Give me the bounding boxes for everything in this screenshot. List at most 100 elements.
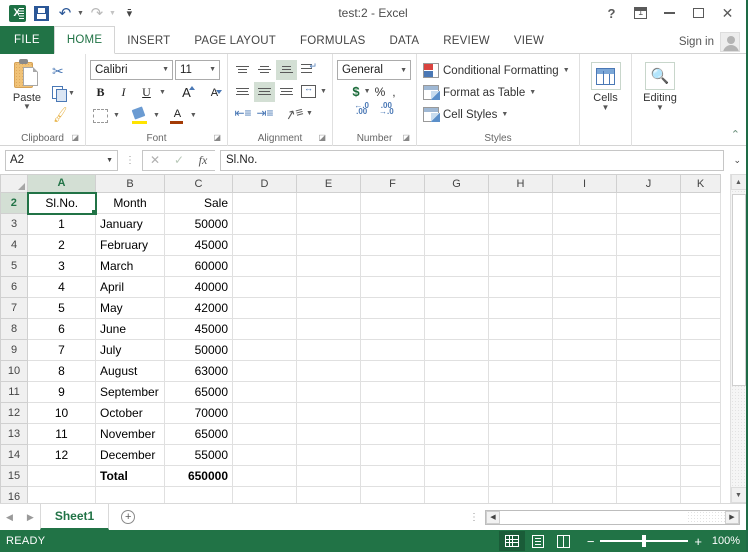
alignment-dialog-launcher-icon[interactable]: ◪ [318,131,326,145]
paste-button[interactable]: Paste ▼ [4,59,50,111]
cell-F10[interactable] [360,360,425,382]
cells-dropdown-icon[interactable]: ▼ [602,104,610,112]
cell-F9[interactable] [360,339,425,361]
cell-B4[interactable]: February [95,234,165,256]
cell-A6[interactable]: 4 [27,276,96,298]
cell-D12[interactable] [232,402,297,424]
column-header-h[interactable]: H [488,174,553,193]
cell-K9[interactable] [680,339,721,361]
cell-G12[interactable] [424,402,489,424]
cell-G13[interactable] [424,423,489,445]
next-sheet-icon[interactable]: ▶ [27,512,34,523]
cell-E4[interactable] [296,234,361,256]
horizontal-scroll-track[interactable] [687,510,725,524]
font-name-input[interactable]: Calibri ▼ [90,59,173,80]
cell-F16[interactable] [360,486,425,503]
row-header-16[interactable]: 16 [0,486,28,503]
cell-E7[interactable] [296,297,361,319]
cell-G14[interactable] [424,444,489,466]
fill-color-button[interactable] [130,106,151,126]
number-format-select[interactable]: General ▼ [337,60,411,80]
cell-K8[interactable] [680,318,721,340]
restore-icon[interactable] [684,1,713,25]
tab-page-layout[interactable]: PAGE LAYOUT [182,27,288,54]
align-middle-button[interactable] [254,60,275,80]
align-bottom-button[interactable] [276,59,297,80]
scroll-right-icon[interactable]: ▶ [725,510,739,524]
horizontal-split-handle[interactable]: ⋮ [469,512,479,523]
merge-cells-button[interactable] [298,82,319,102]
editing-dropdown-icon[interactable]: ▼ [656,104,664,112]
conditional-formatting-button[interactable]: Conditional Formatting ▼ [421,60,572,81]
cell-D11[interactable] [232,381,297,403]
cell-H6[interactable] [488,276,553,298]
cell-I10[interactable] [552,360,617,382]
cell-K4[interactable] [680,234,721,256]
cell-G9[interactable] [424,339,489,361]
row-header-13[interactable]: 13 [0,423,28,445]
worksheet-grid[interactable]: A B C D E F G H I J K 2 Sl.No. Month Sale 3 1 January 5000… [0,174,730,503]
cell-H10[interactable] [488,360,553,382]
cell-H9[interactable] [488,339,553,361]
cell-J4[interactable] [616,234,681,256]
cell-C10[interactable]: 63000 [164,360,233,382]
cell-B9[interactable]: July [95,339,165,361]
zoom-slider-knob[interactable] [642,535,647,547]
row-header-14[interactable]: 14 [0,444,28,466]
tab-insert[interactable]: INSERT [115,27,182,54]
cell-H15[interactable] [488,465,553,487]
cell-A16[interactable] [27,486,96,503]
percent-format-button[interactable]: % [372,82,389,101]
cell-H4[interactable] [488,234,553,256]
tab-review[interactable]: REVIEW [431,27,502,54]
cell-B12[interactable]: October [95,402,165,424]
cell-J7[interactable] [616,297,681,319]
cell-J12[interactable] [616,402,681,424]
cell-F7[interactable] [360,297,425,319]
cell-I6[interactable] [552,276,617,298]
format-painter-button[interactable]: 🖌 [50,105,75,125]
cell-F4[interactable] [360,234,425,256]
cell-I16[interactable] [552,486,617,503]
cell-B10[interactable]: August [95,360,165,382]
row-header-2[interactable]: 2 [0,192,29,214]
ribbon-display-options-icon[interactable] [626,1,655,25]
help-icon[interactable]: ? [597,1,626,25]
cell-H13[interactable] [488,423,553,445]
accounting-format-button[interactable]: $ [349,82,362,101]
font-dialog-launcher-icon[interactable]: ◪ [213,131,221,145]
cell-I9[interactable] [552,339,617,361]
cell-I2[interactable] [552,192,617,214]
cell-B11[interactable]: September [95,381,165,403]
cell-J13[interactable] [616,423,681,445]
cell-H16[interactable] [488,486,553,503]
horizontal-scroll-thumb[interactable] [500,510,687,524]
cell-A13[interactable]: 11 [27,423,96,445]
cell-E8[interactable] [296,318,361,340]
avatar[interactable] [720,32,740,52]
cell-K16[interactable] [680,486,721,503]
cell-K11[interactable] [680,381,721,403]
font-size-input[interactable]: 11 ▼ [175,59,220,80]
align-left-button[interactable] [232,82,253,102]
font-name-dropdown-icon[interactable]: ▼ [158,66,169,73]
align-top-button[interactable] [232,60,253,80]
cell-C7[interactable]: 42000 [164,297,233,319]
cell-C9[interactable]: 50000 [164,339,233,361]
zoom-level[interactable]: 100% [708,535,740,547]
row-header-3[interactable]: 3 [0,213,28,235]
tab-data[interactable]: DATA [378,27,432,54]
page-break-preview-button[interactable] [551,531,577,551]
paste-dropdown-icon[interactable]: ▼ [23,103,31,111]
expand-formula-bar-icon[interactable]: ⌄ [729,155,741,166]
cell-A4[interactable]: 2 [27,234,96,256]
cell-K15[interactable] [680,465,721,487]
name-box[interactable]: A2 ▼ [5,149,118,171]
cell-D6[interactable] [232,276,297,298]
cell-K13[interactable] [680,423,721,445]
fill-color-dropdown-icon[interactable]: ▼ [153,112,160,119]
cell-J11[interactable] [616,381,681,403]
decrease-decimal-button[interactable]: .00 →.0 [376,102,397,116]
bold-button[interactable]: B [90,83,111,103]
cell-E14[interactable] [296,444,361,466]
